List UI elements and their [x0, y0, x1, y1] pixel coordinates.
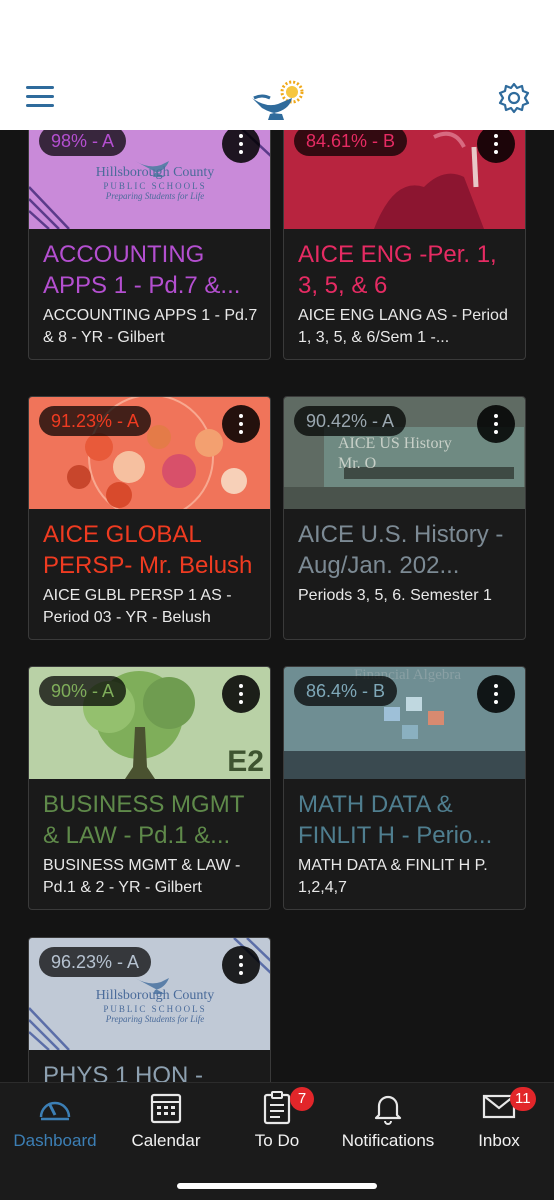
course-card[interactable]: 84.61% - B AICE ENG -Per. 1, 3, 5, & 6 A… [283, 130, 526, 360]
course-card[interactable]: Financial Algebra 86.4% - B MATH DATA & … [283, 666, 526, 910]
course-title[interactable]: AICE ENG -Per. 1, 3, 5, & 6 [298, 239, 514, 301]
tab-inbox[interactable]: 11 Inbox [444, 1083, 554, 1163]
status-bar [0, 0, 554, 62]
banner-caption: E2 [227, 745, 264, 778]
grade-badge: 90% - A [39, 676, 127, 706]
grade-badge: 91.23% - A [39, 406, 152, 436]
dashboard-icon [39, 1101, 71, 1121]
course-card[interactable]: E2 90% - A BUSINESS MGMT & LAW - Pd.1 &.… [28, 666, 271, 910]
more-options-icon[interactable] [222, 946, 260, 984]
course-title[interactable]: MATH DATA & FINLIT H - Perio... [298, 789, 514, 851]
grade-badge: 96.23% - A [39, 947, 152, 977]
hillsborough-county-logo: Hillsborough County PUBLIC SCHOOLS Prepa… [95, 165, 215, 201]
course-grid: Hillsborough County PUBLIC SCHOOLS Prepa… [0, 130, 554, 1082]
more-options-icon[interactable] [477, 675, 515, 713]
course-title[interactable]: AICE GLOBAL PERSP- Mr. Belush [43, 519, 259, 581]
course-subtitle: Periods 3, 5, 6. Semester 1 [298, 587, 492, 604]
bell-icon [374, 1095, 402, 1125]
grade-badge: 90.42% - A [294, 406, 407, 436]
course-title[interactable]: BUSINESS MGMT & LAW - Pd.1 &... [43, 789, 259, 851]
todo-count-badge: 7 [290, 1087, 314, 1111]
more-options-icon[interactable] [477, 405, 515, 443]
course-title[interactable]: PHYS 1 HON - [43, 1060, 259, 1082]
lamp-of-knowledge-logo [252, 80, 304, 120]
more-options-icon[interactable] [222, 405, 260, 443]
course-subtitle: AICE ENG LANG AS - Period 1, 3, 5, & 6/S… [298, 307, 508, 346]
course-card[interactable]: Hillsborough County PUBLIC SCHOOLS Prepa… [28, 130, 271, 360]
grade-badge: 98% - A [39, 130, 127, 156]
grade-badge: 84.61% - B [294, 130, 408, 156]
course-subtitle: MATH DATA & FINLIT H P. 1,2,4,7 [298, 857, 488, 896]
course-subtitle: ACCOUNTING APPS 1 - Pd.7 & 8 - YR - Gilb… [43, 307, 258, 346]
banner-caption: Mr. O [338, 455, 377, 472]
course-title[interactable]: ACCOUNTING APPS 1 - Pd.7 &... [43, 239, 259, 301]
more-options-icon[interactable] [222, 675, 260, 713]
grade-badge: 86.4% - B [294, 676, 398, 706]
course-card[interactable]: AICE US History Mr. O 90.42% - A AICE U.… [283, 396, 526, 640]
banner-caption: AICE US History [338, 435, 452, 452]
tab-calendar[interactable]: Calendar [111, 1083, 221, 1163]
gear-icon[interactable] [498, 82, 530, 114]
course-subtitle: BUSINESS MGMT & LAW - Pd.1 & 2 - YR - Gi… [43, 857, 241, 896]
tab-label: Inbox [478, 1131, 520, 1150]
course-subtitle: AICE GLBL PERSP 1 AS - Period 03 - YR - … [43, 587, 232, 626]
tab-notifications[interactable]: Notifications [333, 1083, 443, 1163]
calendar-icon [150, 1093, 182, 1124]
home-indicator [177, 1183, 377, 1189]
tab-dashboard[interactable]: Dashboard [0, 1083, 110, 1163]
top-nav-bar [0, 62, 554, 130]
inbox-count-badge: 11 [510, 1087, 536, 1111]
course-card[interactable]: 91.23% - A AICE GLOBAL PERSP- Mr. Belush… [28, 396, 271, 640]
tab-todo[interactable]: 7 To Do [222, 1083, 332, 1163]
todo-icon [263, 1091, 291, 1125]
course-title[interactable]: AICE U.S. History - Aug/Jan. 202... [298, 519, 514, 581]
course-card[interactable]: Hillsborough County PUBLIC SCHOOLS Prepa… [28, 937, 271, 1082]
hillsborough-county-logo: Hillsborough County PUBLIC SCHOOLS Prepa… [95, 988, 215, 1024]
hamburger-icon[interactable] [26, 86, 54, 108]
